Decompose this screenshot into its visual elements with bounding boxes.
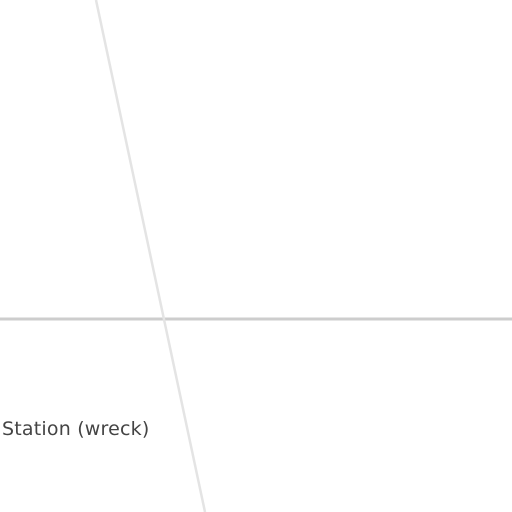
station-wreck-label[interactable]: Station (wreck) [2,418,150,440]
map-tile[interactable]: Station (wreck) [0,0,512,512]
